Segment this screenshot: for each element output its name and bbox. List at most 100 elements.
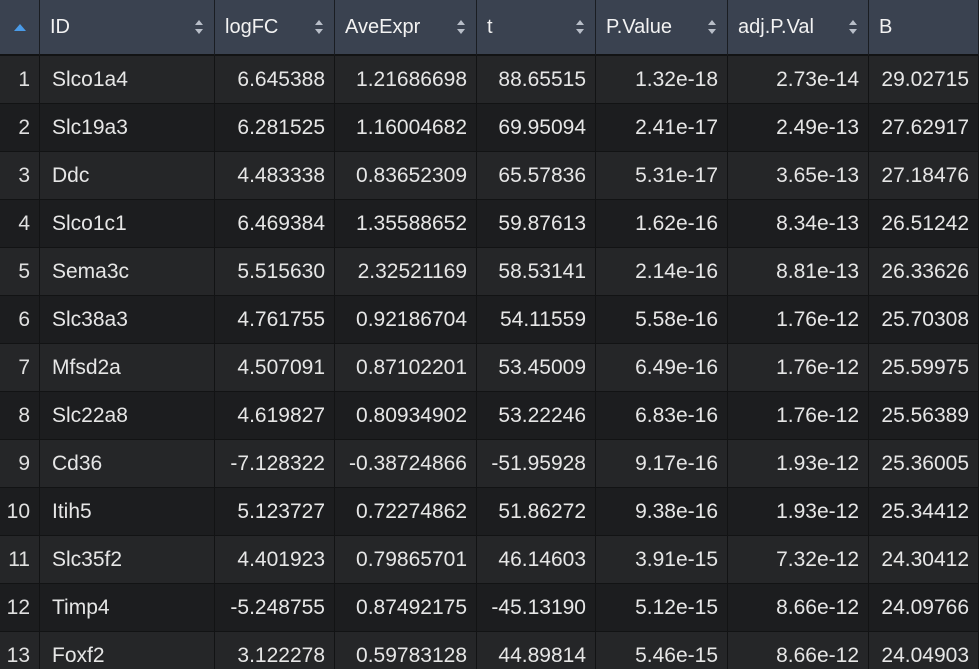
column-header-b[interactable]: B <box>869 0 979 56</box>
column-header-t[interactable]: t <box>477 0 596 56</box>
cell-t: 53.22246 <box>477 392 596 440</box>
cell-aveexpr: 0.72274862 <box>335 488 477 536</box>
cell-adjpval: 1.76e-12 <box>728 392 869 440</box>
table-row[interactable]: 12 Timp4 -5.248755 0.87492175 -45.13190 5.12e… <box>0 584 979 632</box>
cell-adjpval: 2.73e-14 <box>728 56 869 104</box>
sort-toggle-icon[interactable] <box>194 18 204 36</box>
row-number: 3 <box>0 152 40 200</box>
cell-adjpval: 7.32e-12 <box>728 536 869 584</box>
cell-logfc: 4.619827 <box>215 392 335 440</box>
cell-t: 51.86272 <box>477 488 596 536</box>
cell-logfc: 4.761755 <box>215 296 335 344</box>
cell-logfc: -7.128322 <box>215 440 335 488</box>
cell-adjpval: 1.93e-12 <box>728 440 869 488</box>
cell-pvalue: 2.41e-17 <box>596 104 728 152</box>
table-row[interactable]: 4 Slco1c1 6.469384 1.35588652 59.87613 1.62e-… <box>0 200 979 248</box>
cell-logfc: 4.507091 <box>215 344 335 392</box>
cell-logfc: 4.483338 <box>215 152 335 200</box>
row-number: 10 <box>0 488 40 536</box>
cell-aveexpr: -0.38724866 <box>335 440 477 488</box>
column-header-label: ID <box>50 15 70 38</box>
column-header-label: P.Value <box>606 15 672 38</box>
table-row[interactable]: 11 Slc35f2 4.401923 0.79865701 46.14603 3.91e… <box>0 536 979 584</box>
cell-logfc: 6.469384 <box>215 200 335 248</box>
cell-id: Foxf2 <box>40 632 215 669</box>
cell-t: 88.65515 <box>477 56 596 104</box>
cell-id: Itih5 <box>40 488 215 536</box>
cell-id: Ddc <box>40 152 215 200</box>
cell-t: 53.45009 <box>477 344 596 392</box>
column-header-label: logFC <box>225 15 279 38</box>
column-header-pvalue[interactable]: P.Value <box>596 0 728 56</box>
cell-b: 26.33626 <box>869 248 979 296</box>
cell-pvalue: 5.12e-15 <box>596 584 728 632</box>
cell-logfc: -5.248755 <box>215 584 335 632</box>
row-number: 13 <box>0 632 40 669</box>
table-row[interactable]: 8 Slc22a8 4.619827 0.80934902 53.22246 6.83e-… <box>0 392 979 440</box>
cell-b: 25.59975 <box>869 344 979 392</box>
cell-t: 58.53141 <box>477 248 596 296</box>
cell-id: Slco1c1 <box>40 200 215 248</box>
table-row[interactable]: 3 Ddc 4.483338 0.83652309 65.57836 5.31e-17 3.… <box>0 152 979 200</box>
column-header-id[interactable]: ID <box>40 0 215 56</box>
column-header-aveexpr[interactable]: AveExpr <box>335 0 477 56</box>
cell-adjpval: 2.49e-13 <box>728 104 869 152</box>
row-number: 4 <box>0 200 40 248</box>
cell-aveexpr: 0.87102201 <box>335 344 477 392</box>
cell-pvalue: 9.17e-16 <box>596 440 728 488</box>
row-number: 8 <box>0 392 40 440</box>
cell-id: Slco1a4 <box>40 56 215 104</box>
table-row[interactable]: 10 Itih5 5.123727 0.72274862 51.86272 9.38e-1… <box>0 488 979 536</box>
cell-id: Mfsd2a <box>40 344 215 392</box>
cell-logfc: 4.401923 <box>215 536 335 584</box>
cell-t: 54.11559 <box>477 296 596 344</box>
cell-aveexpr: 1.21686698 <box>335 56 477 104</box>
cell-adjpval: 3.65e-13 <box>728 152 869 200</box>
column-header-label: B <box>879 15 893 38</box>
cell-id: Slc19a3 <box>40 104 215 152</box>
row-number: 7 <box>0 344 40 392</box>
cell-aveexpr: 0.59783128 <box>335 632 477 669</box>
cell-adjpval: 8.66e-12 <box>728 584 869 632</box>
cell-aveexpr: 1.35588652 <box>335 200 477 248</box>
column-header-label: AveExpr <box>345 15 421 38</box>
table-row[interactable]: 13 Foxf2 3.122278 0.59783128 44.89814 5.46e-1… <box>0 632 979 669</box>
data-table: ID logFC AveExpr t P.Value adj.P.Val B 1… <box>0 0 979 669</box>
cell-pvalue: 2.14e-16 <box>596 248 728 296</box>
cell-pvalue: 9.38e-16 <box>596 488 728 536</box>
column-header-logfc[interactable]: logFC <box>215 0 335 56</box>
table-row[interactable]: 9 Cd36 -7.128322 -0.38724866 -51.95928 9.17e-… <box>0 440 979 488</box>
cell-b: 25.36005 <box>869 440 979 488</box>
cell-t: 69.95094 <box>477 104 596 152</box>
cell-aveexpr: 0.80934902 <box>335 392 477 440</box>
cell-pvalue: 6.83e-16 <box>596 392 728 440</box>
sort-toggle-icon[interactable] <box>575 18 585 36</box>
table-row[interactable]: 5 Sema3c 5.515630 2.32521169 58.53141 2.14e-1… <box>0 248 979 296</box>
column-header-label: adj.P.Val <box>738 15 814 38</box>
table-body: 1 Slco1a4 6.645388 1.21686698 88.65515 1.32e-… <box>0 56 979 669</box>
cell-adjpval: 8.34e-13 <box>728 200 869 248</box>
cell-pvalue: 3.91e-15 <box>596 536 728 584</box>
cell-b: 24.30412 <box>869 536 979 584</box>
cell-aveexpr: 0.92186704 <box>335 296 477 344</box>
cell-b: 27.62917 <box>869 104 979 152</box>
table-row[interactable]: 7 Mfsd2a 4.507091 0.87102201 53.45009 6.49e-1… <box>0 344 979 392</box>
sort-toggle-icon[interactable] <box>314 18 324 36</box>
sort-ascending-icon <box>13 23 26 31</box>
sort-toggle-icon[interactable] <box>707 18 717 36</box>
row-number: 11 <box>0 536 40 584</box>
row-number-header[interactable] <box>0 0 40 56</box>
sort-toggle-icon[interactable] <box>848 18 858 36</box>
table-row[interactable]: 1 Slco1a4 6.645388 1.21686698 88.65515 1.32e-… <box>0 56 979 104</box>
row-number: 12 <box>0 584 40 632</box>
cell-pvalue: 5.58e-16 <box>596 296 728 344</box>
column-header-adjpval[interactable]: adj.P.Val <box>728 0 869 56</box>
table-row[interactable]: 2 Slc19a3 6.281525 1.16004682 69.95094 2.41e-… <box>0 104 979 152</box>
row-number: 9 <box>0 440 40 488</box>
cell-b: 25.70308 <box>869 296 979 344</box>
cell-t: 65.57836 <box>477 152 596 200</box>
sort-toggle-icon[interactable] <box>456 18 466 36</box>
table-row[interactable]: 6 Slc38a3 4.761755 0.92186704 54.11559 5.58e-… <box>0 296 979 344</box>
cell-adjpval: 1.76e-12 <box>728 344 869 392</box>
row-number: 1 <box>0 56 40 104</box>
